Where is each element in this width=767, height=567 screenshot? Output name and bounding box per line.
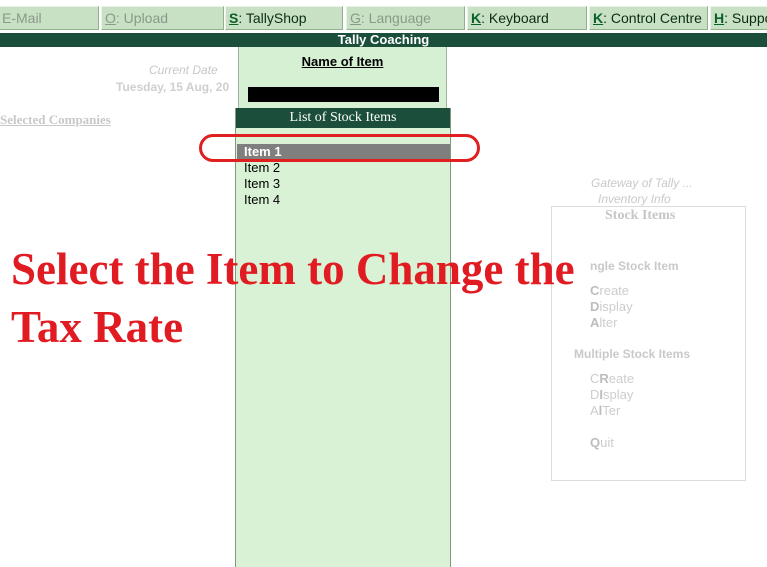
annotation-line-1: Select the Item to Change the <box>11 244 575 294</box>
multiple-alter-option[interactable]: AlTer <box>590 403 620 418</box>
support-shortcut-key: H <box>714 10 725 26</box>
selection-highlight-oval <box>199 134 480 162</box>
quit-option[interactable]: Quit <box>590 435 614 450</box>
company-title-bar: Tally Coaching <box>0 33 767 47</box>
current-date-label: Current Date <box>149 63 218 77</box>
selected-companies-heading: Selected Companies <box>0 112 111 127</box>
control-centre-button-label: : Control Centre <box>603 10 702 26</box>
language-button-label: : Language <box>360 10 431 26</box>
multiple-display-option[interactable]: DIsplay <box>590 387 633 402</box>
keyboard-shortcut-key: K <box>471 10 482 26</box>
multiple-alter-label: Ter <box>602 403 621 418</box>
annotation-line-2: Tax Rate <box>11 302 184 352</box>
stock-items-menu-title: Stock Items <box>605 208 676 223</box>
quit-label: uit <box>600 435 614 450</box>
multiple-create-key: R <box>599 371 609 386</box>
email-button[interactable]: E-Mail <box>0 6 99 30</box>
keyboard-button[interactable]: K: Keyboard <box>467 6 587 30</box>
control-centre-button[interactable]: K: Control Centre <box>589 6 708 30</box>
multiple-create-label: eate <box>608 371 635 386</box>
tallyshop-shortcut-key: S <box>229 10 239 26</box>
support-button-label: : Suppo <box>724 10 767 26</box>
list-item[interactable]: Item 2 <box>237 160 450 176</box>
support-button[interactable]: H: Suppo <box>710 6 767 30</box>
email-button-label: E-Mail <box>2 10 42 26</box>
language-shortcut-key: G <box>350 10 361 26</box>
top-toolbar: E-Mail O: Upload S: TallyShop G: Languag… <box>0 0 767 33</box>
gateway-title: Gateway of Tally ... <box>591 176 693 190</box>
quit-key: Q <box>590 435 601 450</box>
multiple-display-label: splay <box>603 387 634 402</box>
upload-shortcut-key: O <box>105 10 116 26</box>
list-item[interactable]: Item 3 <box>237 176 450 192</box>
multiple-alter-prefix: A <box>590 403 599 418</box>
tallyshop-button-label: : TallyShop <box>238 10 307 26</box>
stock-items-list-header: List of Stock Items <box>236 108 450 128</box>
current-date-value: Tuesday, 15 Aug, 20 <box>116 80 230 94</box>
name-of-item-label: Name of Item <box>301 54 384 69</box>
inventory-info-label: Inventory Info <box>598 192 671 206</box>
instruction-annotation: Select the Item to Change the Tax Rate <box>11 240 711 356</box>
upload-button[interactable]: O: Upload <box>101 6 224 30</box>
name-of-item-panel: Name of Item <box>238 47 447 109</box>
language-button[interactable]: G: Language <box>346 6 465 30</box>
control-centre-shortcut-key: K <box>593 10 604 26</box>
multiple-create-prefix: C <box>590 371 600 386</box>
name-of-item-input[interactable] <box>248 87 439 102</box>
list-item[interactable]: Item 4 <box>237 192 450 208</box>
multiple-display-prefix: D <box>590 387 600 402</box>
upload-button-label: : Upload <box>115 10 169 26</box>
multiple-create-option[interactable]: CReate <box>590 371 634 386</box>
keyboard-button-label: : Keyboard <box>481 10 549 26</box>
tallyshop-button[interactable]: S: TallyShop <box>225 6 343 30</box>
